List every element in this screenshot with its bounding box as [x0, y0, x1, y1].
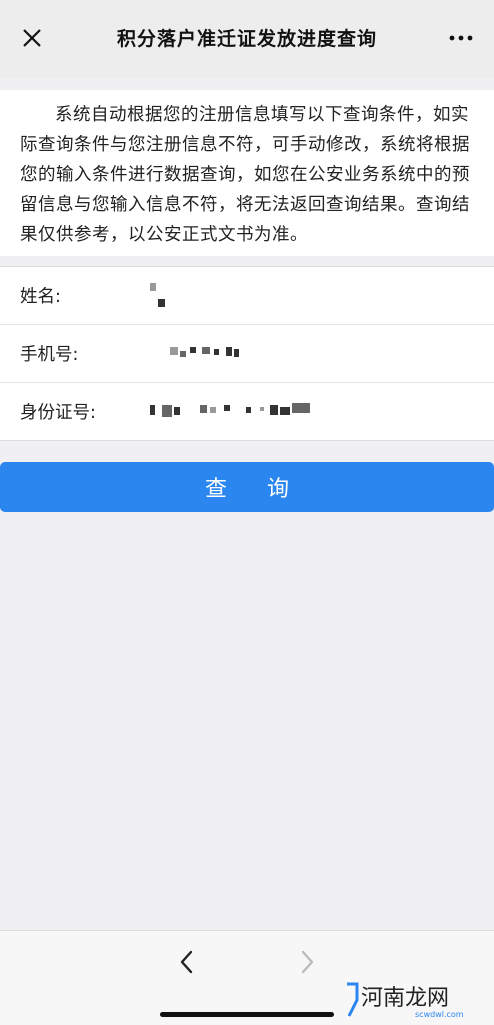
query-form: 姓名: 手机号: 身份证号:: [0, 266, 494, 441]
name-row: 姓名:: [0, 267, 494, 325]
more-button[interactable]: [446, 26, 476, 50]
name-input[interactable]: [150, 277, 470, 313]
back-button[interactable]: [172, 947, 202, 977]
query-button[interactable]: 查询: [0, 462, 494, 512]
watermark-text: 河南龙网: [361, 985, 450, 1010]
chevron-left-icon: [180, 950, 193, 974]
id-label: 身份证号:: [20, 403, 96, 423]
top-navigation-bar: 积分落户准迁证发放进度查询: [0, 0, 494, 78]
forward-button[interactable]: [292, 947, 322, 977]
id-number-input[interactable]: [150, 393, 470, 429]
close-icon: [23, 29, 41, 47]
phone-input[interactable]: [150, 335, 470, 371]
close-button[interactable]: [18, 24, 48, 54]
chevron-right-icon: [301, 950, 314, 974]
watermark-logo-icon: [347, 982, 359, 1017]
id-row: 身份证号:: [0, 383, 494, 440]
query-notice: 系统自动根据您的注册信息填写以下查询条件，如实际查询条件与您注册信息不符，可手动…: [0, 90, 494, 256]
phone-label: 手机号:: [20, 345, 79, 365]
home-indicator: [160, 1012, 334, 1017]
watermark: 河南龙网 scwdwl.com: [345, 978, 491, 1024]
page-title: 积分落户准迁证发放进度查询: [116, 28, 377, 50]
more-icon: [449, 35, 473, 41]
name-label: 姓名:: [20, 287, 61, 307]
phone-row: 手机号:: [0, 325, 494, 383]
watermark-url: scwdwl.com: [415, 1010, 464, 1019]
